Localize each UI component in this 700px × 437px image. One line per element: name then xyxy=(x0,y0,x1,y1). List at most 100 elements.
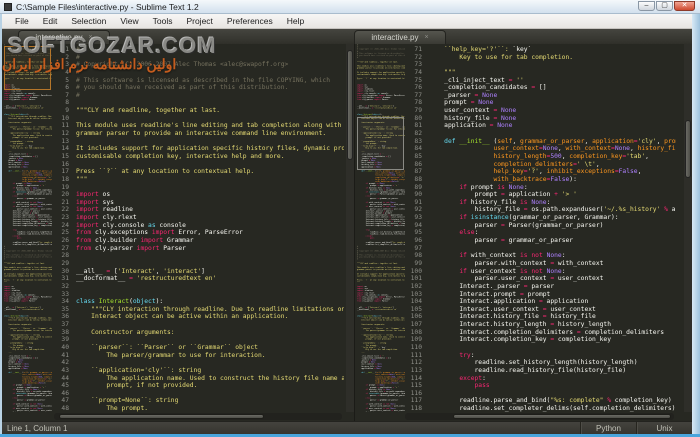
minimap-content: # # # Copyright (C) 2006-2007 Alec Thomas … xyxy=(357,44,405,412)
code-line: 105 Interact.user_context = user_context xyxy=(410,305,596,313)
status-syntax[interactable]: Python xyxy=(580,421,636,435)
code-line: 35 """CLY interaction through readline. … xyxy=(61,305,344,313)
editor-pane-right[interactable]: # # # Copyright (C) 2006-2007 Alec Thomas … xyxy=(354,44,684,421)
code-line: 106 Interact.history_file = history_file xyxy=(410,313,596,321)
vertical-scrollbar-left[interactable] xyxy=(346,44,354,412)
horizontal-scrollbar-right[interactable] xyxy=(405,413,674,420)
code-line: 45 prompt, if not provided. xyxy=(61,382,198,390)
code-line: 76 _completion_candidates = [] xyxy=(414,84,547,92)
code-line: 40 ``parser``: ``Parser`` or ``Grammar``… xyxy=(61,343,258,351)
scrollbar-thumb[interactable] xyxy=(453,414,671,419)
code-line: 48 The prompt. xyxy=(61,405,149,412)
menu-item-help[interactable]: Help xyxy=(280,16,311,26)
code-line: 118 readline.set_completer_delims(self.c… xyxy=(410,405,676,412)
code-line: 103 Interact.prompt = prompt xyxy=(410,290,551,298)
tab-close-icon[interactable]: × xyxy=(425,34,429,41)
code-line: 88 with_backtrace=False): xyxy=(414,175,577,183)
code-line: 101 parser.user_context = user_context xyxy=(410,275,604,283)
code-line: 108 Interact.completion_delimiters = com… xyxy=(410,328,665,336)
code-line: 16 xyxy=(61,160,69,168)
code-line: 39 xyxy=(61,336,69,344)
menu-item-preferences[interactable]: Preferences xyxy=(220,16,280,26)
vertical-scrollbar-right[interactable] xyxy=(684,44,692,412)
code-line: 38 Constructor arguments: xyxy=(61,328,175,336)
code-line: 98 if with_context is not None: xyxy=(414,252,566,260)
code-line: 14 It includes support for application sp… xyxy=(61,145,344,153)
code-line: 36 Interact object can be active within … xyxy=(61,313,289,321)
code-line: 109 Interact.completion_key = completion… xyxy=(410,336,611,344)
status-bar: Line 1, Column 1 Python Unix xyxy=(2,421,692,435)
menubar: File Edit Selection View Tools Project P… xyxy=(2,14,692,29)
window-frame-left xyxy=(0,14,2,434)
status-line-endings[interactable]: Unix xyxy=(636,421,692,435)
minimize-button[interactable]: – xyxy=(638,1,655,11)
code-line: 20 import os xyxy=(61,191,111,199)
minimap-left[interactable]: # # # Copyright (C) 2006-2007 Alec Thomas … xyxy=(4,44,52,412)
watermark-subtext: اولین دانشنامه نرم افزار ایران xyxy=(2,56,177,72)
code-line: 8 xyxy=(65,99,69,107)
code-line: 26 from cly.builder import Grammar xyxy=(61,237,194,245)
code-line: 23 import cly.rlext xyxy=(61,214,137,222)
code-line: 41 The parser/grammar to use for interac… xyxy=(61,351,266,359)
code-line: 71 ``help_key='?'``: `key` xyxy=(414,46,532,53)
code-line: 15 customisable completion key, interacti… xyxy=(61,152,285,160)
code-line: 10 xyxy=(61,114,69,122)
code-line: 86 completion_delimiters=' \t', xyxy=(414,160,600,168)
code-line: 117 readline.parse_and_bind("%s: complet… xyxy=(410,397,672,405)
app-icon xyxy=(4,2,12,11)
code-line: 47 ``prompt=None``: string xyxy=(61,397,179,405)
titlebar[interactable]: C:\Sample Files\interactive.py - Sublime… xyxy=(0,0,700,14)
code-line: 34 class Interact(object): xyxy=(61,298,164,306)
code-line: 28 xyxy=(61,252,69,260)
code-line: 87 help_key='?', inhibit_exceptions=Fals… xyxy=(414,168,642,176)
code-area-right[interactable]: 71 ``help_key='?'``: `key` 72 Key to use … xyxy=(405,46,676,412)
window-controls: – ▢ ✕ xyxy=(638,1,695,11)
horizontal-scrollbar-left[interactable] xyxy=(54,413,342,420)
minimap-viewport-right[interactable] xyxy=(357,117,404,170)
code-line: 73 xyxy=(414,61,422,69)
code-line: 93 if isinstance(grammar_or_parser, Gram… xyxy=(414,214,619,222)
code-line: 97 xyxy=(414,244,422,252)
menu-item-view[interactable]: View xyxy=(113,16,145,26)
code-line: 29 xyxy=(61,259,69,267)
code-line: 92 history_file = os.path.expanduser('~/… xyxy=(414,206,676,214)
code-line: 96 parser = grammar_or_parser xyxy=(414,237,574,245)
code-line: 11 This module uses readline's line editi… xyxy=(61,122,344,130)
status-position: Line 1, Column 1 xyxy=(7,423,68,433)
code-line: 81 application = None xyxy=(414,122,513,130)
menu-item-file[interactable]: File xyxy=(8,16,36,26)
tab-interactive-py-right[interactable]: interactive.py × xyxy=(354,30,446,44)
maximize-button[interactable]: ▢ xyxy=(656,1,673,11)
menu-item-edit[interactable]: Edit xyxy=(36,16,65,26)
code-line: 77 _parser = None xyxy=(414,91,498,99)
code-line: 75 _cli_inject_text = '' xyxy=(414,76,524,84)
code-line: 22 import readline xyxy=(61,206,133,214)
code-line: 110 xyxy=(410,343,422,351)
code-line: 72 Key to use for tab completion. xyxy=(414,53,574,61)
menu-item-selection[interactable]: Selection xyxy=(64,16,113,26)
code-line: 5 # This software is licensed as describe… xyxy=(65,76,331,84)
menu-item-tools[interactable]: Tools xyxy=(146,16,180,26)
window-title: C:\Sample Files\interactive.py - Sublime… xyxy=(16,1,199,12)
code-line: 113 readline.read_history_file(history_f… xyxy=(410,366,627,374)
minimap-right[interactable]: # # # Copyright (C) 2006-2007 Alec Thomas … xyxy=(357,44,405,412)
code-line: 42 xyxy=(61,359,69,367)
editor-pane-left[interactable]: # # # Copyright (C) 2006-2007 Alec Thomas … xyxy=(2,44,346,421)
scrollbar-thumb[interactable] xyxy=(59,414,264,419)
code-line: 82 xyxy=(414,130,422,138)
code-line: 74 """ xyxy=(414,68,456,76)
code-line: 25 from cly.exceptions import Error, Pars… xyxy=(61,229,243,237)
code-area-left[interactable]: 1 #2 #3 # Copyright (C) 2006-2007 Alec Thom… xyxy=(54,46,344,412)
code-line: 84 user_context=None, with_context=None,… xyxy=(414,145,676,153)
code-line: 24 import cly.console as console xyxy=(61,221,186,229)
menu-item-project[interactable]: Project xyxy=(179,16,219,26)
close-button[interactable]: ✕ xyxy=(674,1,695,11)
scrollbar-thumb[interactable] xyxy=(685,120,691,178)
code-line: 79 user_context = None xyxy=(414,107,517,115)
code-line: 100 if user_context is not None: xyxy=(410,267,566,275)
code-line: 12 grammar parser to provide an interacti… xyxy=(61,130,327,138)
code-line: 18 """ xyxy=(61,175,88,183)
scrollbar-thumb[interactable] xyxy=(347,50,353,160)
code-line: 85 history_length=500, completion_key='t… xyxy=(414,152,649,160)
code-line: 80 history_file = None xyxy=(414,114,517,122)
